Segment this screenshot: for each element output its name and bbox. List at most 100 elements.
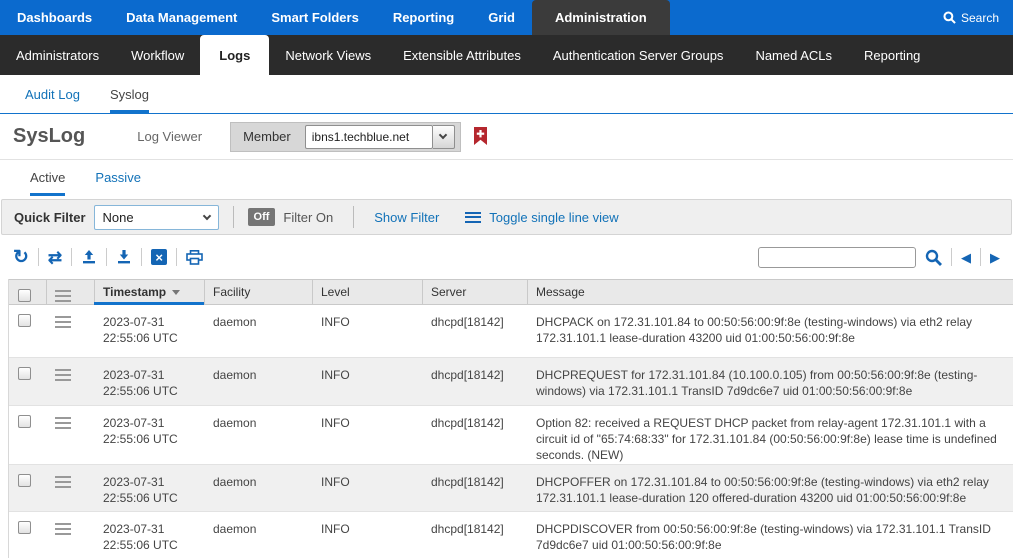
- table-menu-icon[interactable]: [55, 290, 71, 302]
- cell-timestamp: 2023-07-31 22:55:06 UTC: [95, 305, 205, 357]
- cell-menu: [47, 358, 95, 405]
- quick-filter-select[interactable]: None: [94, 205, 219, 230]
- row-checkbox[interactable]: [18, 474, 31, 487]
- prev-page-icon[interactable]: ◀: [961, 251, 971, 264]
- member-dropdown-button[interactable]: [433, 125, 455, 149]
- divider: [233, 206, 234, 228]
- table-row[interactable]: 2023-07-31 22:55:06 UTC daemon INFO dhcp…: [9, 358, 1013, 406]
- cell-timestamp: 2023-07-31 22:55:06 UTC: [95, 512, 205, 558]
- row-menu-icon[interactable]: [55, 476, 71, 488]
- filter-toggle-badge[interactable]: Off: [248, 208, 276, 226]
- divider: [176, 248, 177, 266]
- cell-facility: daemon: [205, 358, 313, 405]
- cell-facility: daemon: [205, 305, 313, 357]
- top-nav: Dashboards Data Management Smart Folders…: [0, 0, 1013, 35]
- search-go-icon[interactable]: [925, 249, 942, 266]
- topnav-item[interactable]: Grid: [471, 0, 532, 35]
- divider: [38, 248, 39, 266]
- subnav-item[interactable]: Workflow: [115, 35, 200, 75]
- quick-filter-label: Quick Filter: [14, 210, 86, 225]
- column-header-facility[interactable]: Facility: [205, 280, 313, 304]
- print-icon[interactable]: [186, 250, 203, 265]
- topnav-item[interactable]: Data Management: [109, 0, 254, 35]
- tab-active[interactable]: Active: [30, 170, 65, 196]
- tab-syslog[interactable]: Syslog: [110, 87, 149, 113]
- column-header-timestamp[interactable]: Timestamp: [95, 280, 205, 304]
- subnav-item[interactable]: Named ACLs: [739, 35, 848, 75]
- clear-icon[interactable]: ×: [151, 249, 167, 265]
- subnav-item[interactable]: Network Views: [269, 35, 387, 75]
- divider: [980, 248, 981, 266]
- subnav-item[interactable]: Extensible Attributes: [387, 35, 537, 75]
- subnav-item[interactable]: Logs: [200, 35, 269, 75]
- download-icon[interactable]: [116, 249, 132, 265]
- cell-message: DHCPDISCOVER from 00:50:56:00:9f:8e (tes…: [528, 512, 1013, 558]
- row-menu-icon[interactable]: [55, 369, 71, 381]
- table-search-input[interactable]: [758, 247, 916, 268]
- cell-level: INFO: [313, 512, 423, 558]
- column-header-message[interactable]: Message: [528, 280, 1013, 304]
- cell-timestamp: 2023-07-31 22:55:06 UTC: [95, 358, 205, 405]
- upload-icon[interactable]: [81, 249, 97, 265]
- column-header-server[interactable]: Server: [423, 280, 528, 304]
- cell-select: [9, 406, 47, 464]
- page-header: SysLog Log Viewer Member ibns1.techblue.…: [0, 114, 1013, 160]
- bookmark-add-icon[interactable]: [473, 127, 488, 146]
- cell-facility: daemon: [205, 465, 313, 511]
- admin-subnav: Administrators Workflow Logs Network Vie…: [0, 35, 1013, 75]
- row-menu-icon[interactable]: [55, 316, 71, 328]
- cell-facility: daemon: [205, 406, 313, 464]
- topnav-item[interactable]: Reporting: [376, 0, 471, 35]
- table-row[interactable]: 2023-07-31 22:55:06 UTC daemon INFO dhcp…: [9, 465, 1013, 512]
- table-row[interactable]: 2023-07-31 22:55:06 UTC daemon INFO dhcp…: [9, 406, 1013, 465]
- transfer-icon[interactable]: ⇄: [48, 249, 62, 266]
- subnav-item[interactable]: Administrators: [0, 35, 115, 75]
- filter-on-label: Filter On: [283, 210, 333, 225]
- table-row[interactable]: 2023-07-31 22:55:06 UTC daemon INFO dhcp…: [9, 512, 1013, 558]
- tab-audit-log[interactable]: Audit Log: [25, 87, 80, 113]
- member-control: Member ibns1.techblue.net: [230, 122, 461, 152]
- search-label: Search: [961, 11, 999, 25]
- member-label: Member: [243, 129, 291, 144]
- cell-level: INFO: [313, 358, 423, 405]
- cell-facility: daemon: [205, 512, 313, 558]
- tab-passive[interactable]: Passive: [95, 170, 141, 196]
- topnav-item[interactable]: Administration: [532, 0, 670, 35]
- global-search[interactable]: Search: [929, 0, 1013, 35]
- divider: [71, 248, 72, 266]
- column-header-level[interactable]: Level: [313, 280, 423, 304]
- select-all-checkbox[interactable]: [18, 289, 31, 302]
- cell-server: dhcpd[18142]: [423, 358, 528, 405]
- row-checkbox[interactable]: [18, 314, 31, 327]
- search-icon: [943, 11, 956, 24]
- sort-desc-icon: [172, 290, 180, 295]
- row-menu-icon[interactable]: [55, 417, 71, 429]
- row-checkbox[interactable]: [18, 367, 31, 380]
- cell-timestamp: 2023-07-31 22:55:06 UTC: [95, 465, 205, 511]
- row-menu-icon[interactable]: [55, 523, 71, 535]
- refresh-icon[interactable]: ↻: [13, 248, 29, 267]
- topnav-item[interactable]: Dashboards: [0, 0, 109, 35]
- subnav-item[interactable]: Authentication Server Groups: [537, 35, 740, 75]
- cell-menu: [47, 406, 95, 464]
- log-viewer-label: Log Viewer: [137, 129, 202, 144]
- header-select-all: [9, 280, 47, 304]
- table-search: ◀ ▶: [758, 247, 1000, 268]
- divider: [951, 248, 952, 266]
- toggle-single-line-link[interactable]: Toggle single line view: [489, 210, 618, 225]
- table-row[interactable]: 2023-07-31 22:55:06 UTC daemon INFO dhcp…: [9, 305, 1013, 358]
- row-checkbox[interactable]: [18, 415, 31, 428]
- top-nav-items: Dashboards Data Management Smart Folders…: [0, 0, 670, 35]
- cell-message: Option 82: received a REQUEST DHCP packe…: [528, 406, 1013, 464]
- quick-filter-bar: Quick Filter None Off Filter On Show Fil…: [1, 199, 1012, 235]
- cell-select: [9, 465, 47, 511]
- show-filter-link[interactable]: Show Filter: [374, 210, 439, 225]
- divider: [106, 248, 107, 266]
- subnav-item[interactable]: Reporting: [848, 35, 936, 75]
- row-checkbox[interactable]: [18, 521, 31, 534]
- topnav-item[interactable]: Smart Folders: [254, 0, 375, 35]
- next-page-icon[interactable]: ▶: [990, 251, 1000, 264]
- single-line-view-icon[interactable]: [465, 212, 481, 223]
- member-select[interactable]: ibns1.techblue.net: [305, 125, 433, 149]
- cell-select: [9, 512, 47, 558]
